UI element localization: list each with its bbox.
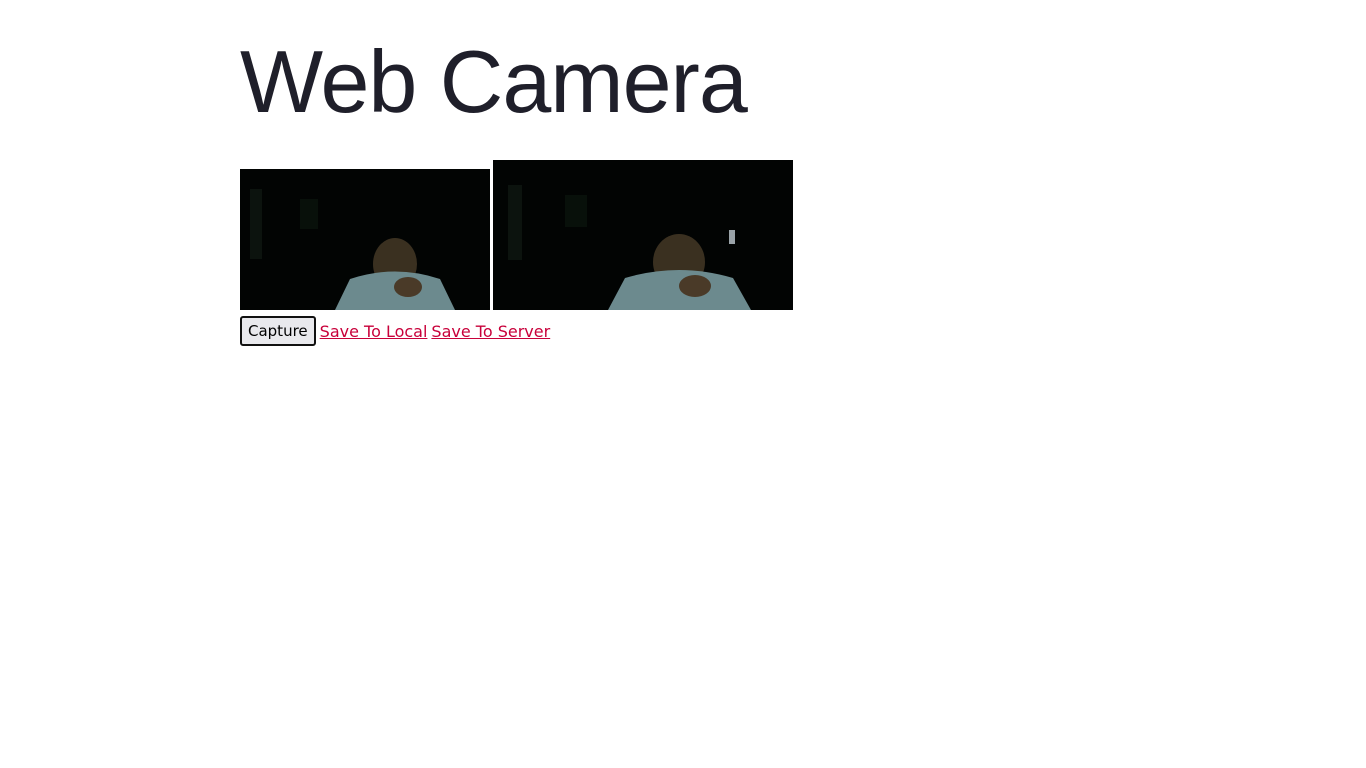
- save-to-local-link[interactable]: Save To Local: [320, 322, 428, 341]
- page-title: Web Camera: [240, 32, 748, 131]
- page: Web Camera Capture Save To Local Save To…: [0, 0, 1366, 768]
- webcam-video-frame: [240, 169, 490, 310]
- save-to-server-link[interactable]: Save To Server: [431, 322, 550, 341]
- capture-button[interactable]: Capture: [240, 316, 316, 346]
- snapshot-canvas: [493, 160, 793, 310]
- webcam-video: [240, 169, 490, 310]
- controls-bar: Capture Save To Local Save To Server: [240, 316, 550, 346]
- snapshot-frame: [493, 160, 793, 310]
